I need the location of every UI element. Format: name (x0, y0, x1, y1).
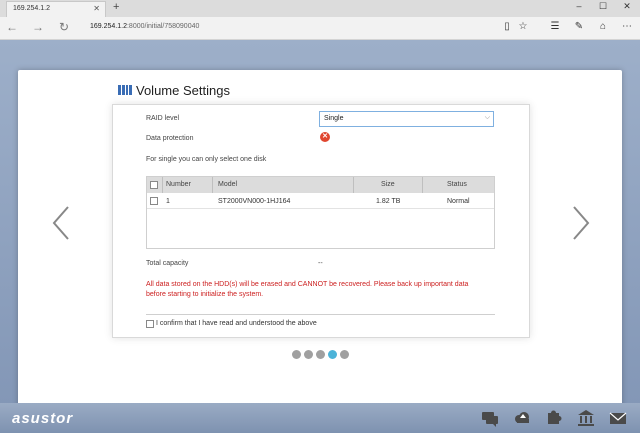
new-tab-button[interactable]: + (113, 1, 119, 13)
disk-table: Number Model Size Status 1 ST2000VN000-1… (146, 176, 495, 249)
select-all-checkbox[interactable] (150, 181, 158, 189)
back-arrow-icon[interactable]: ← (4, 20, 20, 34)
raid-level-value: Single (324, 115, 344, 122)
browser-tab-bar: 169.254.1.2 ✕ + – ☐ ✕ (0, 0, 640, 17)
confirm-checkbox[interactable] (146, 320, 154, 328)
step-dot-4 (328, 350, 337, 359)
warning-text: All data stored on the HDD(s) will be er… (146, 281, 469, 298)
maximize-icon[interactable]: ☐ (594, 1, 612, 12)
asustor-logo: asustor (12, 410, 74, 427)
url-path: :8000/initial/758090040 (126, 23, 200, 30)
cloud-icon[interactable] (513, 409, 531, 427)
hub-icon[interactable]: ☰ (548, 21, 562, 32)
bank-icon[interactable] (577, 409, 595, 427)
header-number: Number (166, 181, 191, 188)
header-model: Model (218, 181, 238, 188)
browser-nav-bar: ← → ↻ 169.254.1.2:8000/initial/758090040… (0, 17, 640, 40)
favorite-star-icon[interactable]: ☆ (516, 21, 530, 32)
step-indicator (292, 350, 349, 359)
table-header: Number Model Size Status (147, 177, 494, 193)
close-window-icon[interactable]: ✕ (618, 1, 636, 12)
tab-title: 169.254.1.2 (13, 5, 50, 12)
error-x-icon: ✕ (320, 132, 330, 142)
cell-status: Normal (447, 198, 470, 205)
cell-size: 1.82 TB (376, 198, 401, 205)
minimize-icon[interactable]: – (570, 1, 588, 11)
share-icon[interactable]: ⌂ (596, 21, 610, 32)
footer-bar: asustor (0, 403, 640, 433)
chat-icon[interactable] (481, 409, 499, 427)
confirm-label: I confirm that I have read and understoo… (156, 320, 317, 327)
volume-icon (118, 85, 132, 95)
disk-checkbox[interactable] (150, 197, 158, 205)
step-dot-5 (340, 350, 349, 359)
header-size: Size (381, 181, 395, 188)
previous-step-arrow-icon[interactable] (50, 205, 72, 241)
url-host: 169.254.1.2 (90, 23, 127, 30)
total-capacity-label: Total capacity (146, 260, 189, 267)
step-dot-3 (316, 350, 325, 359)
divider (146, 314, 495, 315)
reading-view-icon[interactable]: ▯ (500, 21, 514, 32)
raid-level-select[interactable]: Single ⌵ (319, 111, 494, 127)
step-dot-1 (292, 350, 301, 359)
next-step-arrow-icon[interactable] (570, 205, 592, 241)
close-tab-icon[interactable]: ✕ (93, 4, 100, 13)
page-title: Volume Settings (136, 83, 230, 98)
cell-model: ST2000VN000-1HJ164 (218, 198, 291, 205)
data-protection-label: Data protection (146, 135, 194, 142)
step-dot-2 (304, 350, 313, 359)
table-row[interactable]: 1 ST2000VN000-1HJ164 1.82 TB Normal (147, 194, 494, 209)
puzzle-icon[interactable] (545, 409, 563, 427)
web-note-icon[interactable]: ✎ (572, 21, 586, 32)
more-icon[interactable]: ⋯ (620, 21, 634, 32)
raid-level-label: RAID level (146, 115, 180, 122)
forward-arrow-icon[interactable]: → (30, 20, 46, 34)
cell-number: 1 (166, 198, 170, 205)
address-bar[interactable]: 169.254.1.2:8000/initial/758090040 (90, 23, 199, 30)
refresh-icon[interactable]: ↻ (56, 20, 72, 34)
header-status: Status (447, 181, 467, 188)
hint-text: For single you can only select one disk (146, 156, 267, 163)
chevron-down-icon: ⌵ (484, 114, 490, 121)
total-capacity-value: -- (318, 260, 323, 267)
email-icon[interactable] (609, 409, 627, 427)
browser-tab[interactable]: 169.254.1.2 ✕ (6, 1, 106, 17)
